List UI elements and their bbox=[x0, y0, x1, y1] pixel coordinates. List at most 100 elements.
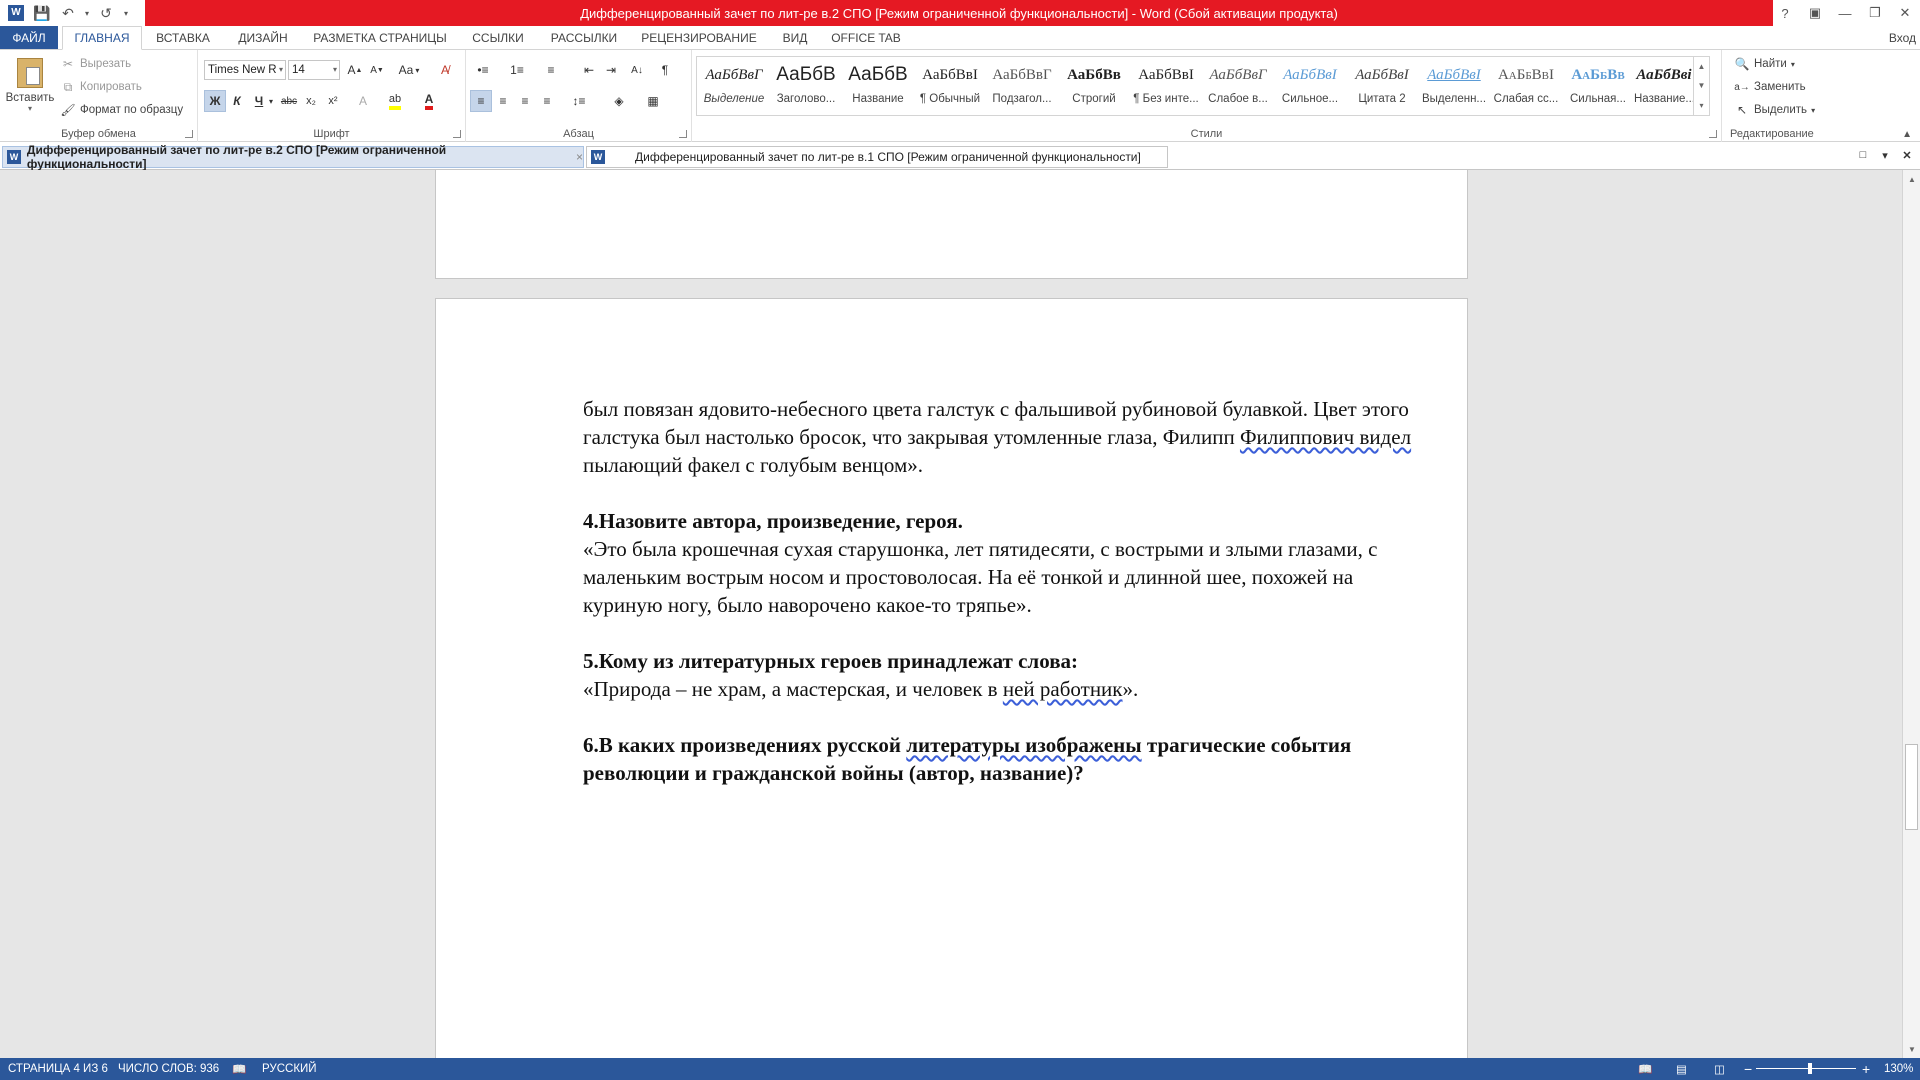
strikethrough-button[interactable]: abc bbox=[278, 90, 300, 112]
style-item[interactable]: АаБбВв Строгий bbox=[1058, 57, 1130, 115]
more-icon[interactable]: ▾ bbox=[1699, 101, 1703, 110]
paste-button[interactable]: Вставить ▾ bbox=[4, 56, 56, 126]
document-body[interactable]: был повязан ядовито-небесного цвета галс… bbox=[583, 395, 1413, 787]
zoom-level[interactable]: 130% bbox=[1884, 1058, 1913, 1080]
close-tab-icon[interactable]: × bbox=[576, 150, 583, 164]
sort-icon[interactable]: A↓ bbox=[626, 59, 648, 81]
collapse-ribbon-icon[interactable]: ▲ bbox=[1902, 129, 1912, 140]
web-layout-icon[interactable]: ◫ bbox=[1714, 1058, 1725, 1080]
print-layout-icon[interactable]: ▤ bbox=[1676, 1058, 1687, 1080]
styles-launcher-icon[interactable] bbox=[1709, 130, 1717, 138]
chevron-down-icon[interactable]: ▾ bbox=[82, 2, 92, 24]
tab-design[interactable]: ДИЗАЙН bbox=[226, 26, 300, 50]
italic-button[interactable]: К bbox=[226, 90, 248, 112]
style-item[interactable]: АаБбВв Сильная... bbox=[1562, 57, 1634, 115]
tab-review[interactable]: РЕЦЕНЗИРОВАНИЕ bbox=[634, 26, 764, 50]
close-doc-icon[interactable]: ✕ bbox=[1898, 146, 1916, 164]
font-launcher-icon[interactable] bbox=[453, 130, 461, 138]
borders-icon[interactable]: ▦ bbox=[642, 90, 664, 112]
minimize-icon[interactable]: — bbox=[1830, 0, 1860, 26]
style-item[interactable]: АаБбВвІ Цитата 2 bbox=[1346, 57, 1418, 115]
paragraph-launcher-icon[interactable] bbox=[679, 130, 687, 138]
multilevel-list-icon[interactable]: ≡ bbox=[540, 59, 562, 81]
zoom-slider-thumb[interactable] bbox=[1808, 1063, 1812, 1074]
word-count[interactable]: ЧИСЛО СЛОВ: 936 bbox=[118, 1058, 219, 1080]
align-left-icon[interactable]: ≡ bbox=[470, 90, 492, 112]
zoom-in-button[interactable]: + bbox=[1862, 1058, 1870, 1080]
line-spacing-icon[interactable]: ↕≡ bbox=[568, 90, 590, 112]
style-item[interactable]: АаБбВвІ Выделенн... bbox=[1418, 57, 1490, 115]
font-name-combo[interactable]: Times New R ▾ bbox=[204, 60, 286, 80]
scroll-down-icon[interactable]: ▼ bbox=[1903, 1042, 1920, 1056]
text-effects-icon[interactable]: A bbox=[352, 90, 374, 112]
new-tab-icon[interactable]: □ bbox=[1854, 146, 1872, 164]
chevron-down-icon[interactable]: ▼ bbox=[1698, 81, 1706, 90]
style-item[interactable]: АаБбВвІ Слабая сс... bbox=[1490, 57, 1562, 115]
tab-home[interactable]: ГЛАВНАЯ bbox=[62, 26, 142, 50]
proofing-icon[interactable]: 📖 bbox=[232, 1058, 246, 1080]
subscript-button[interactable]: x₂ bbox=[300, 90, 322, 112]
help-button[interactable]: ? bbox=[1770, 0, 1800, 26]
font-size-combo[interactable]: 14 ▾ bbox=[288, 60, 340, 80]
decrease-indent-icon[interactable]: ⇤ bbox=[578, 59, 600, 81]
copy-button[interactable]: ⧉ Копировать bbox=[60, 79, 142, 95]
vertical-scrollbar[interactable]: ▲ ▼ bbox=[1902, 170, 1920, 1058]
read-mode-icon[interactable]: 📖 bbox=[1638, 1058, 1652, 1080]
customize-qat-icon[interactable]: ▾ bbox=[120, 2, 132, 24]
pilcrow-icon[interactable]: ¶ bbox=[654, 59, 676, 81]
shrink-font-icon[interactable]: A ▼ bbox=[366, 59, 388, 81]
doc-tab-active[interactable]: W Дифференцированный зачет по лит-ре в.2… bbox=[2, 143, 584, 171]
doc-tab[interactable]: W Дифференцированный зачет по лит-ре в.1… bbox=[586, 146, 1168, 168]
font-color-icon[interactable]: A bbox=[418, 90, 440, 112]
chevron-down-icon[interactable]: ▾ bbox=[266, 90, 276, 112]
ribbon-display-options-icon[interactable]: ▣ bbox=[1800, 0, 1830, 26]
clipboard-launcher-icon[interactable] bbox=[185, 130, 193, 138]
tab-mailings[interactable]: РАССЫЛКИ bbox=[540, 26, 628, 50]
undo-icon[interactable]: ↶ bbox=[56, 2, 80, 24]
zoom-slider[interactable] bbox=[1756, 1068, 1856, 1069]
zoom-out-button[interactable]: − bbox=[1744, 1058, 1752, 1080]
tab-layout[interactable]: РАЗМЕТКА СТРАНИЦЫ bbox=[306, 26, 454, 50]
tab-insert[interactable]: ВСТАВКА bbox=[146, 26, 220, 50]
find-button[interactable]: 🔍 Найти ▾ bbox=[1734, 56, 1795, 72]
style-item[interactable]: АаБбВ Название bbox=[842, 57, 914, 115]
change-case-button[interactable]: Aa ▾ bbox=[394, 59, 424, 81]
numbering-icon[interactable]: 1≡ bbox=[506, 59, 528, 81]
grow-font-icon[interactable]: A ▲ bbox=[344, 59, 366, 81]
save-icon[interactable]: 💾 bbox=[30, 2, 54, 24]
style-item[interactable]: АаБбВвІ ¶ Обычный bbox=[914, 57, 986, 115]
tab-view[interactable]: ВИД bbox=[770, 26, 820, 50]
tab-references[interactable]: ССЫЛКИ bbox=[462, 26, 534, 50]
scroll-up-icon[interactable]: ▲ bbox=[1903, 172, 1920, 186]
tab-file[interactable]: ФАЙЛ bbox=[0, 26, 58, 50]
tab-menu-icon[interactable]: ▾ bbox=[1876, 146, 1894, 164]
style-item[interactable]: АаБбВвГ Выделение bbox=[698, 57, 770, 115]
bullets-icon[interactable]: •≡ bbox=[472, 59, 494, 81]
select-button[interactable]: ↖ Выделить ▾ bbox=[1734, 102, 1815, 118]
sign-in-link[interactable]: Вход bbox=[1889, 26, 1916, 50]
language[interactable]: РУССКИЙ bbox=[262, 1058, 317, 1080]
document-page[interactable]: был повязан ядовито-небесного цвета галс… bbox=[435, 298, 1468, 1058]
align-right-icon[interactable]: ≡ bbox=[514, 90, 536, 112]
superscript-button[interactable]: x² bbox=[322, 90, 344, 112]
highlight-icon[interactable]: ab bbox=[384, 90, 406, 112]
style-item[interactable]: АаБбВві Название... bbox=[1634, 57, 1694, 115]
scroll-thumb[interactable] bbox=[1905, 744, 1918, 830]
redo-icon[interactable]: ↺ bbox=[94, 2, 118, 24]
style-item[interactable]: АаБбВвГ Слабое в... bbox=[1202, 57, 1274, 115]
tab-office-tab[interactable]: OFFICE TAB bbox=[826, 26, 906, 50]
align-center-icon[interactable]: ≡ bbox=[492, 90, 514, 112]
shading-icon[interactable]: ◈ bbox=[608, 90, 630, 112]
restore-icon[interactable]: ❐ bbox=[1860, 0, 1890, 26]
increase-indent-icon[interactable]: ⇥ bbox=[600, 59, 622, 81]
style-item[interactable]: АаБбВвІ ¶ Без инте... bbox=[1130, 57, 1202, 115]
page-count[interactable]: СТРАНИЦА 4 ИЗ 6 bbox=[8, 1058, 108, 1080]
clear-formatting-icon[interactable]: A̸ bbox=[434, 59, 456, 81]
gallery-scroll[interactable]: ▲ ▼ ▾ bbox=[1693, 57, 1709, 115]
close-icon[interactable]: ✕ bbox=[1890, 0, 1920, 26]
justify-icon[interactable]: ≡ bbox=[536, 90, 558, 112]
cut-button[interactable]: ✂ Вырезать bbox=[60, 56, 131, 72]
format-painter-button[interactable]: 🖌 Формат по образцу bbox=[60, 102, 183, 118]
chevron-up-icon[interactable]: ▲ bbox=[1698, 62, 1706, 71]
style-item[interactable]: АаБбВ Заголово... bbox=[770, 57, 842, 115]
